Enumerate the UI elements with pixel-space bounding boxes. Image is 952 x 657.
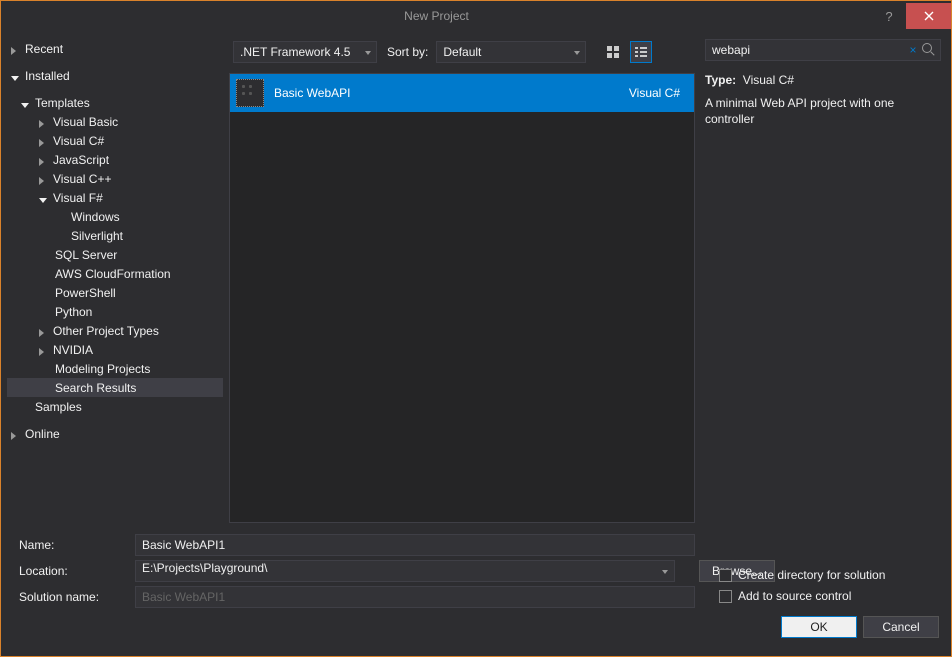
solution-name-input [135, 586, 695, 608]
location-input[interactable]: E:\Projects\Playground\ [135, 560, 675, 582]
center-panel: .NET Framework 4.5 Sort by: Default Basi… [229, 39, 695, 523]
framework-dropdown[interactable]: .NET Framework 4.5 [233, 41, 377, 63]
sidebar-item-visual-fsharp[interactable]: Visual F# [7, 188, 223, 207]
sidebar-item-windows[interactable]: Windows [7, 207, 223, 226]
search-box[interactable]: × [705, 39, 941, 61]
source-control-checkbox[interactable] [719, 590, 732, 603]
toolbar: .NET Framework 4.5 Sort by: Default [229, 39, 695, 65]
solution-name-label: Solution name: [19, 590, 135, 604]
help-button[interactable]: ? [872, 3, 906, 29]
name-label: Name: [19, 538, 135, 552]
ok-button[interactable]: OK [781, 616, 857, 638]
template-item[interactable]: Basic WebAPI Visual C# [230, 74, 694, 112]
main-area: Recent Installed Templates Visual Basic … [1, 31, 951, 523]
sidebar: Recent Installed Templates Visual Basic … [7, 39, 229, 523]
sidebar-installed[interactable]: Installed [7, 66, 223, 85]
right-panel: × Type: Visual C# A minimal Web API proj… [695, 39, 941, 523]
sidebar-item-visual-cpp[interactable]: Visual C++ [7, 169, 223, 188]
template-list[interactable]: Basic WebAPI Visual C# [229, 73, 695, 523]
detail-type: Type: Visual C# [705, 73, 941, 87]
cancel-button[interactable]: Cancel [863, 616, 939, 638]
sidebar-item-aws-cloudformation[interactable]: AWS CloudFormation [7, 264, 223, 283]
sidebar-item-powershell[interactable]: PowerShell [7, 283, 223, 302]
sidebar-templates[interactable]: Templates [7, 93, 223, 112]
sidebar-item-search-results[interactable]: Search Results [7, 378, 223, 397]
sidebar-item-python[interactable]: Python [7, 302, 223, 321]
search-clear-button[interactable]: × [906, 43, 920, 57]
name-input[interactable] [135, 534, 695, 556]
location-label: Location: [19, 564, 135, 578]
close-icon [924, 11, 934, 21]
sidebar-item-sql-server[interactable]: SQL Server [7, 245, 223, 264]
sidebar-item-visual-csharp[interactable]: Visual C# [7, 131, 223, 150]
view-list-button[interactable] [630, 41, 652, 63]
chevron-right-icon [39, 155, 49, 165]
grid-icon [607, 46, 619, 58]
view-grid-button[interactable] [602, 41, 624, 63]
create-directory-label: Create directory for solution [738, 568, 885, 582]
bottom-panel: Name: Location: E:\Projects\Playground\ … [1, 523, 951, 648]
sort-dropdown[interactable]: Default [436, 41, 586, 63]
search-input[interactable] [710, 43, 906, 57]
sidebar-item-visual-basic[interactable]: Visual Basic [7, 112, 223, 131]
create-directory-checkbox[interactable] [719, 569, 732, 582]
detail-description: A minimal Web API project with one contr… [705, 95, 941, 127]
chevron-right-icon [39, 326, 49, 336]
close-button[interactable] [906, 3, 951, 29]
sidebar-item-javascript[interactable]: JavaScript [7, 150, 223, 169]
template-name: Basic WebAPI [274, 86, 629, 100]
template-icon [236, 79, 264, 107]
sidebar-item-other-types[interactable]: Other Project Types [7, 321, 223, 340]
chevron-down-icon [21, 98, 31, 108]
chevron-right-icon [11, 429, 21, 439]
sidebar-item-silverlight[interactable]: Silverlight [7, 226, 223, 245]
search-icon [922, 43, 936, 57]
sidebar-samples[interactable]: Samples [7, 397, 223, 416]
chevron-right-icon [39, 136, 49, 146]
chevron-right-icon [39, 117, 49, 127]
list-icon [635, 46, 647, 58]
titlebar: New Project ? [1, 1, 951, 31]
chevron-right-icon [39, 345, 49, 355]
sidebar-item-modeling[interactable]: Modeling Projects [7, 359, 223, 378]
chevron-right-icon [11, 44, 21, 54]
sidebar-recent[interactable]: Recent [7, 39, 223, 58]
template-language: Visual C# [629, 86, 680, 100]
sidebar-item-nvidia[interactable]: NVIDIA [7, 340, 223, 359]
window-title: New Project [1, 9, 872, 23]
source-control-label: Add to source control [738, 589, 851, 603]
sidebar-online[interactable]: Online [7, 424, 223, 443]
sort-by-label: Sort by: [387, 45, 428, 59]
chevron-right-icon [39, 174, 49, 184]
chevron-down-icon [39, 193, 49, 203]
chevron-down-icon [11, 71, 21, 81]
